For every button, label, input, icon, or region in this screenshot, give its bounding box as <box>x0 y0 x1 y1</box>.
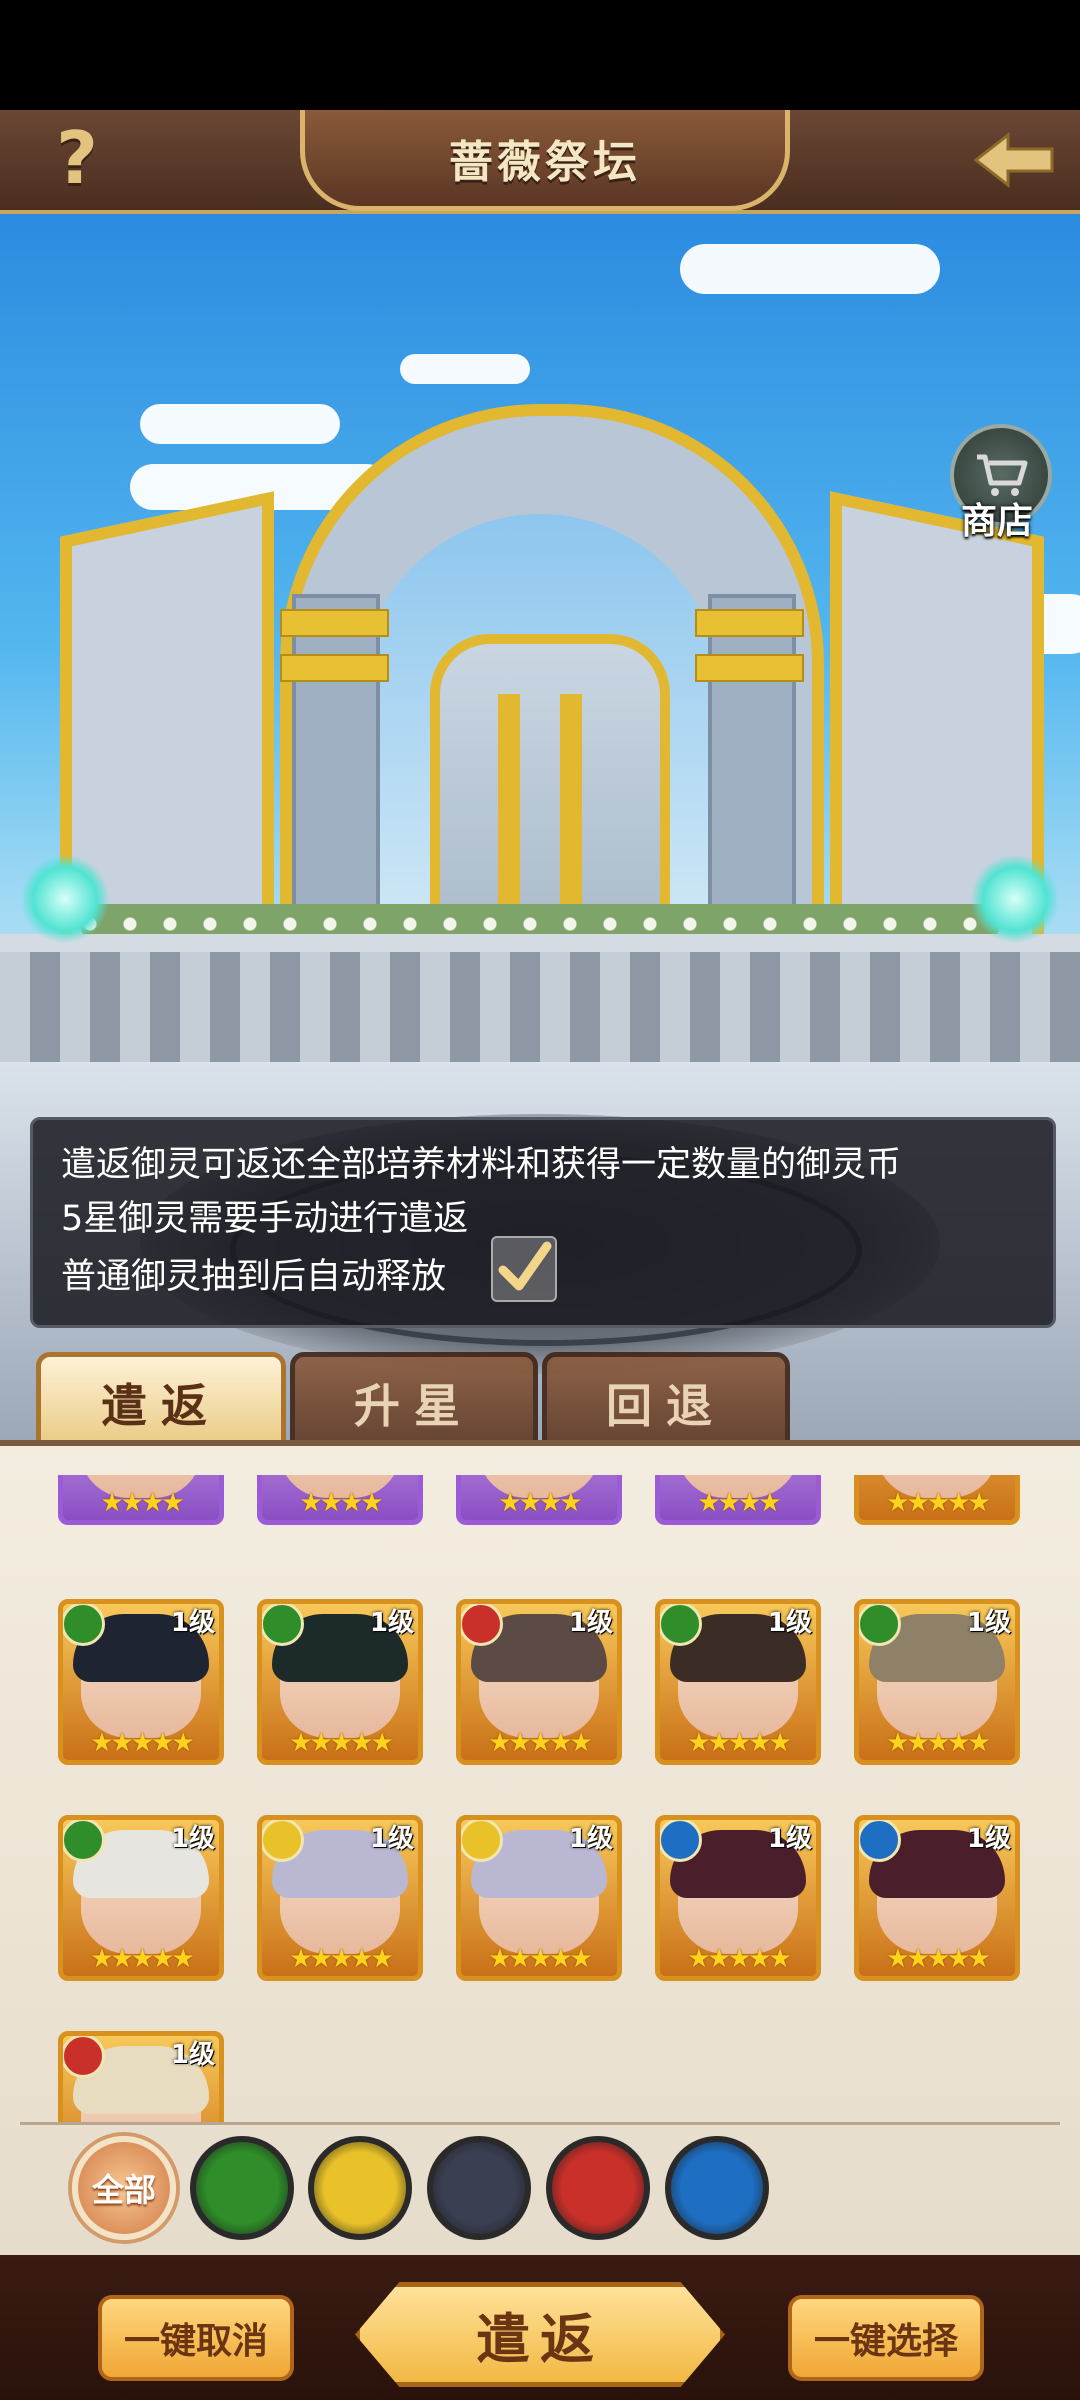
gold-band <box>280 609 389 637</box>
spirit-card[interactable]: 1级 ★★★★★ <box>854 1815 1020 1981</box>
portal-glow-right <box>970 854 1060 944</box>
spirit-card[interactable]: ★★★★ <box>58 1475 224 1525</box>
spirit-level: 1级 <box>966 1608 1011 1638</box>
spirit-grid: ★★★★ ★★★★ ★★★★ ★★★★ ★★★★★ 1级 ★★★★★ 1级 ★★★★★ 1级 ★★★… <box>0 1475 1080 2123</box>
page-title: 蔷薇祭坛 <box>449 137 641 188</box>
fire-red-element-icon <box>63 2036 105 2078</box>
filter-fire-red-icon[interactable] <box>546 2136 650 2240</box>
gold-band <box>695 654 804 682</box>
light-gold-element-icon <box>461 1820 503 1862</box>
spirit-level: 1级 <box>170 1608 215 1638</box>
auto-release-checkbox[interactable] <box>491 1236 557 1302</box>
wind-green-element-icon <box>63 1820 105 1862</box>
balustrade <box>0 934 1080 1062</box>
tab-dismiss[interactable]: 遣返 <box>36 1352 286 1454</box>
cloud <box>400 354 530 384</box>
spirit-card[interactable]: 1级 ★★★★★ <box>257 1599 423 1765</box>
shop-label: 商店 <box>960 501 1033 542</box>
cloud <box>680 244 940 294</box>
spirit-level: 1级 <box>767 1824 812 1854</box>
star-rating: ★★★★ <box>498 1488 582 1518</box>
spirit-card[interactable]: 1级 ★★★★★ <box>456 1599 622 1765</box>
title-plate: 蔷薇祭坛 <box>300 110 790 211</box>
star-rating: ★★★★★ <box>886 1728 991 1758</box>
star-rating: ★★★★★ <box>886 1488 991 1518</box>
spirit-card[interactable]: 1级 ★★★★★ <box>655 1599 821 1765</box>
spirit-card[interactable]: 1级 ★★★★★ <box>58 1599 224 1765</box>
wind-green-element-icon <box>859 1604 901 1646</box>
info-line: 遣返御灵可返还全部培养材料和获得一定数量的御灵币 <box>61 1145 902 1185</box>
spirit-level: 1级 <box>170 1824 215 1854</box>
back-arrow-icon[interactable] <box>968 125 1058 195</box>
star-rating: ★★★★★ <box>687 1944 792 1974</box>
divider <box>20 2122 1060 2125</box>
spirit-card[interactable]: ★★★★ <box>257 1475 423 1525</box>
star-rating: ★★★★★ <box>90 1944 195 1974</box>
cloud <box>140 404 340 444</box>
spirit-card[interactable]: ★★★★ <box>456 1475 622 1525</box>
spirit-level: 1级 <box>966 1824 1011 1854</box>
spirit-card[interactable]: ★★★★★ <box>854 1475 1020 1525</box>
filter-dark-star-icon[interactable] <box>427 2136 531 2240</box>
shop-button[interactable]: 商店 <box>942 424 1052 544</box>
star-rating: ★★★★ <box>697 1488 781 1518</box>
spirit-card[interactable]: 1级 ★★★★★ <box>58 1815 224 1981</box>
tab-rollback[interactable]: 回退 <box>542 1352 790 1454</box>
star-rating: ★★★★★ <box>488 1728 593 1758</box>
water-blue-element-icon <box>859 1820 901 1862</box>
spirit-level: 1级 <box>767 1608 812 1638</box>
filter-light-gold-icon[interactable] <box>308 2136 412 2240</box>
wind-green-element-icon <box>63 1604 105 1646</box>
star-rating: ★★★★★ <box>289 1728 394 1758</box>
tab-star-up[interactable]: 升星 <box>290 1352 538 1454</box>
info-line: 普通御灵抽到后自动释放 <box>61 1257 447 1297</box>
spirit-card[interactable]: 1级 ★★★★★ <box>257 1815 423 1981</box>
cancel-all-button[interactable]: 一键取消 <box>98 2295 294 2381</box>
star-rating: ★★★★ <box>100 1488 184 1518</box>
water-blue-element-icon <box>660 1820 702 1862</box>
tab-label: 遣返 <box>101 1379 221 1433</box>
filter-water-blue-icon[interactable] <box>665 2136 769 2240</box>
spirit-card[interactable]: 1级 ★★★★★ <box>655 1815 821 1981</box>
dismiss-button[interactable]: 遣返 <box>355 2282 725 2387</box>
fire-red-element-icon <box>461 1604 503 1646</box>
title-bar: 蔷薇祭坛 <box>0 110 1080 214</box>
spirit-card[interactable]: 1级 <box>58 2031 224 2123</box>
status-bar <box>0 0 1080 110</box>
wind-green-element-icon <box>262 1604 304 1646</box>
tab-label: 升星 <box>354 1379 474 1433</box>
spirit-card[interactable]: ★★★★ <box>655 1475 821 1525</box>
spirit-card[interactable]: 1级 ★★★★★ <box>854 1599 1020 1765</box>
help-button[interactable]: ? <box>42 118 112 198</box>
spirit-card[interactable]: 1级 ★★★★★ <box>456 1815 622 1981</box>
gold-band <box>280 654 389 682</box>
filter-all-button[interactable]: 全部 <box>72 2136 176 2240</box>
cancel-all-label: 一键取消 <box>123 2321 268 2362</box>
filter-wind-green-icon[interactable] <box>190 2136 294 2240</box>
spirit-level: 1级 <box>568 1608 613 1638</box>
star-rating: ★★★★★ <box>488 1944 593 1974</box>
info-line: 5星御灵需要手动进行遣返 <box>61 1199 469 1239</box>
wind-green-element-icon <box>660 1604 702 1646</box>
dismiss-label: 遣返 <box>476 2308 604 2371</box>
gold-band <box>695 609 804 637</box>
spirit-level: 1级 <box>369 1824 414 1854</box>
spirit-level: 1级 <box>170 2040 215 2070</box>
spirit-level: 1级 <box>568 1824 613 1854</box>
tab-label: 回退 <box>606 1379 726 1433</box>
info-panel: 遣返御灵可返还全部培养材料和获得一定数量的御灵币 5星御灵需要手动进行遣返 普通… <box>30 1117 1056 1328</box>
star-rating: ★★★★★ <box>886 1944 991 1974</box>
portal-glow-left <box>20 854 110 944</box>
star-rating: ★★★★★ <box>90 1728 195 1758</box>
filter-all-label: 全部 <box>91 2171 156 2209</box>
select-all-button[interactable]: 一键选择 <box>788 2295 984 2381</box>
star-rating: ★★★★ <box>299 1488 383 1518</box>
star-rating: ★★★★★ <box>289 1944 394 1974</box>
spirit-level: 1级 <box>369 1608 414 1638</box>
select-all-label: 一键选择 <box>813 2321 958 2362</box>
light-gold-element-icon <box>262 1820 304 1862</box>
checkmark-icon <box>498 1241 552 1291</box>
star-rating: ★★★★★ <box>687 1728 792 1758</box>
